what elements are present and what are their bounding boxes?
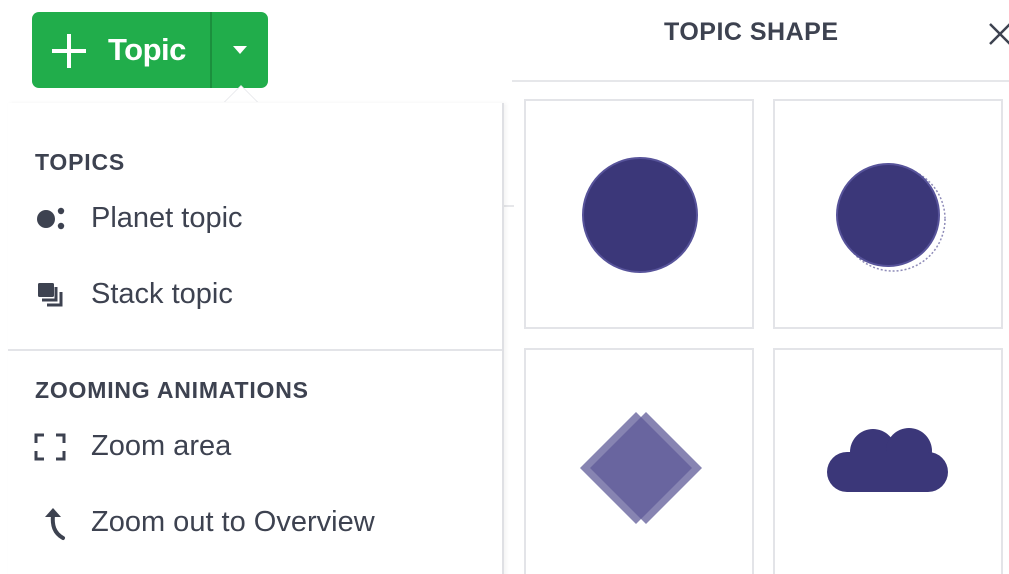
menu-item-label: Zoom out to Overview [91,506,375,538]
add-topic-label: Topic [108,32,186,67]
menu-item-planet-topic[interactable]: Planet topic [8,189,502,249]
menu-item-label: Zoom area [91,430,232,462]
add-topic-dropdown-toggle[interactable] [212,12,268,88]
plus-icon [52,34,86,68]
section-heading-zooming-animations: ZOOMING ANIMATIONS [35,377,309,403]
topic-shape-header: TOPIC SHAPE [512,0,1009,82]
dropdown-pointer [224,86,258,103]
stack-topic-icon [38,283,63,307]
menu-separator [8,349,502,351]
shape-tile-planet-circle[interactable] [773,99,1003,329]
zoom-area-icon [34,433,66,461]
zoom-out-arrow-icon [45,508,65,540]
panel-title: TOPIC SHAPE [664,18,839,46]
add-topic-button[interactable]: Topic [32,12,210,88]
menu-item-zoom-out-overview[interactable]: Zoom out to Overview [8,493,502,553]
close-button[interactable] [984,16,1009,50]
app-root: TOPIC SHAPE Topic TOPICS Planet topic St… [0,0,1009,574]
planet-topic-icon [37,207,65,230]
cloud-shape-icon [827,428,948,492]
planet-circle-shape-icon [836,163,946,272]
menu-item-stack-topic[interactable]: Stack topic [8,265,502,325]
add-topic-split-button: Topic [32,12,268,88]
caret-down-icon [233,46,247,54]
close-icon [989,23,1009,45]
menu-item-label: Stack topic [91,278,233,310]
shape-tile-diamond[interactable] [524,348,754,574]
diamond-shape-icon [580,412,702,524]
topic-shape-panel: TOPIC SHAPE [512,0,1009,574]
section-heading-topics: TOPICS [35,149,126,175]
circle-shape-icon [582,157,698,273]
shape-tile-circle[interactable] [524,99,754,329]
add-topic-dropdown-menu: TOPICS Planet topic Stack topic ZOOMING … [8,103,504,574]
menu-item-label: Planet topic [91,202,243,234]
menu-item-zoom-area[interactable]: Zoom area [8,417,502,477]
shape-tile-cloud[interactable] [773,348,1003,574]
